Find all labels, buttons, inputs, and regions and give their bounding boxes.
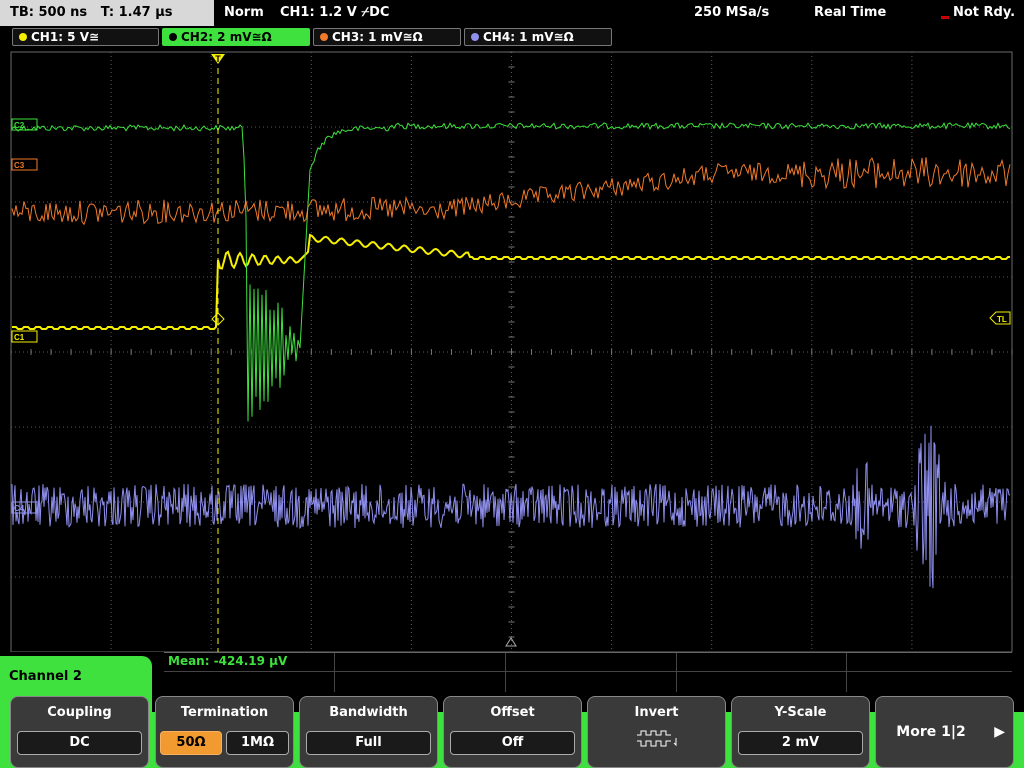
coupling-value[interactable]: DC bbox=[17, 731, 142, 755]
bandwidth-value[interactable]: Full bbox=[306, 731, 431, 755]
status-bar: TB: 500 ns T: 1.47 µs Norm CH1: 1.2 V ⌿D… bbox=[0, 0, 1024, 26]
termination-50ohm-option[interactable]: 50Ω bbox=[160, 731, 222, 755]
termination-1mohm-option[interactable]: 1MΩ bbox=[226, 731, 289, 755]
measurement-divider bbox=[505, 653, 506, 693]
trigger-mode-label[interactable]: Norm bbox=[224, 0, 264, 26]
termination-title: Termination bbox=[180, 705, 269, 720]
invert-waveform-icon bbox=[637, 730, 677, 747]
offset-value[interactable]: Off bbox=[450, 731, 575, 755]
trigger-time-label: T: 1.47 µs bbox=[100, 5, 173, 20]
bandwidth-title: Bandwidth bbox=[329, 705, 408, 720]
measurement-divider bbox=[334, 653, 335, 693]
tab-ch3[interactable]: CH3: 1 mV≅Ω bbox=[313, 28, 461, 46]
yscale-softkey[interactable]: Y-Scale 2 mV bbox=[731, 696, 870, 768]
coupling-title: Coupling bbox=[47, 705, 112, 720]
trigger-info-label[interactable]: CH1: 1.2 V ⌿DC bbox=[280, 0, 389, 26]
channel-tab-bar: CH1: 5 V≅ CH2: 2 mV≅Ω CH3: 1 mV≅Ω CH4: 1… bbox=[0, 26, 1024, 48]
ch1-color-dot bbox=[19, 33, 27, 41]
tab-ch1-label: CH1: 5 V≅ bbox=[31, 30, 100, 44]
more-label: More 1|2 bbox=[896, 724, 966, 740]
tab-ch1[interactable]: CH1: 5 V≅ bbox=[12, 28, 159, 46]
measurement-bar: Mean: -424.19 µV bbox=[164, 652, 1012, 693]
tab-ch4-label: CH4: 1 mV≅Ω bbox=[483, 30, 574, 44]
timebase-label: TB: 500 ns bbox=[10, 5, 88, 20]
trigger-level-label: TL bbox=[997, 315, 1007, 324]
ch3-marker-label: C3 bbox=[14, 161, 25, 170]
ready-indicator bbox=[941, 16, 949, 19]
yscale-value[interactable]: 2 mV bbox=[738, 731, 863, 755]
sample-rate-label: 250 MSa/s bbox=[694, 5, 770, 20]
measurement-divider bbox=[846, 653, 847, 693]
offset-title: Offset bbox=[490, 705, 535, 720]
waveform-display[interactable]: T C2 C3 C1 C4 TL bbox=[0, 48, 1024, 652]
timebase-box[interactable]: TB: 500 ns T: 1.47 µs bbox=[0, 0, 214, 26]
invert-title: Invert bbox=[634, 705, 679, 720]
ch4-marker-label: C4 bbox=[14, 504, 25, 513]
ch3-color-dot bbox=[320, 33, 328, 41]
ch2-marker-label: C2 bbox=[14, 121, 25, 130]
termination-softkey[interactable]: Termination 50Ω 1MΩ bbox=[155, 696, 294, 768]
yscale-title: Y-Scale bbox=[774, 705, 827, 720]
invert-softkey[interactable]: Invert bbox=[587, 696, 726, 768]
more-softkey[interactable]: More 1|2 ▶ bbox=[875, 696, 1014, 768]
measurement-divider bbox=[164, 671, 1012, 672]
measurement-divider bbox=[676, 653, 677, 693]
ch1-marker-label: C1 bbox=[14, 333, 25, 342]
ready-state-label: Not Rdy. bbox=[953, 5, 1016, 20]
ch4-color-dot bbox=[471, 33, 479, 41]
tab-ch3-label: CH3: 1 mV≅Ω bbox=[332, 30, 423, 44]
tab-ch2-label: CH2: 2 mV≅Ω bbox=[181, 30, 272, 44]
acquisition-mode-label: Real Time bbox=[814, 5, 887, 20]
ch2-color-dot bbox=[169, 33, 177, 41]
offset-softkey[interactable]: Offset Off bbox=[443, 696, 582, 768]
arrow-right-icon: ▶ bbox=[994, 724, 1005, 740]
tab-ch4[interactable]: CH4: 1 mV≅Ω bbox=[464, 28, 612, 46]
measurement-mean[interactable]: Mean: -424.19 µV bbox=[168, 654, 287, 668]
waveform-svg: T C2 C3 C1 C4 TL bbox=[10, 51, 1013, 652]
menu-channel-title: Channel 2 bbox=[9, 669, 82, 684]
bandwidth-softkey[interactable]: Bandwidth Full bbox=[299, 696, 438, 768]
coupling-softkey[interactable]: Coupling DC bbox=[10, 696, 149, 768]
tab-ch2[interactable]: CH2: 2 mV≅Ω bbox=[162, 28, 310, 46]
trigger-marker-text: T bbox=[215, 54, 221, 64]
